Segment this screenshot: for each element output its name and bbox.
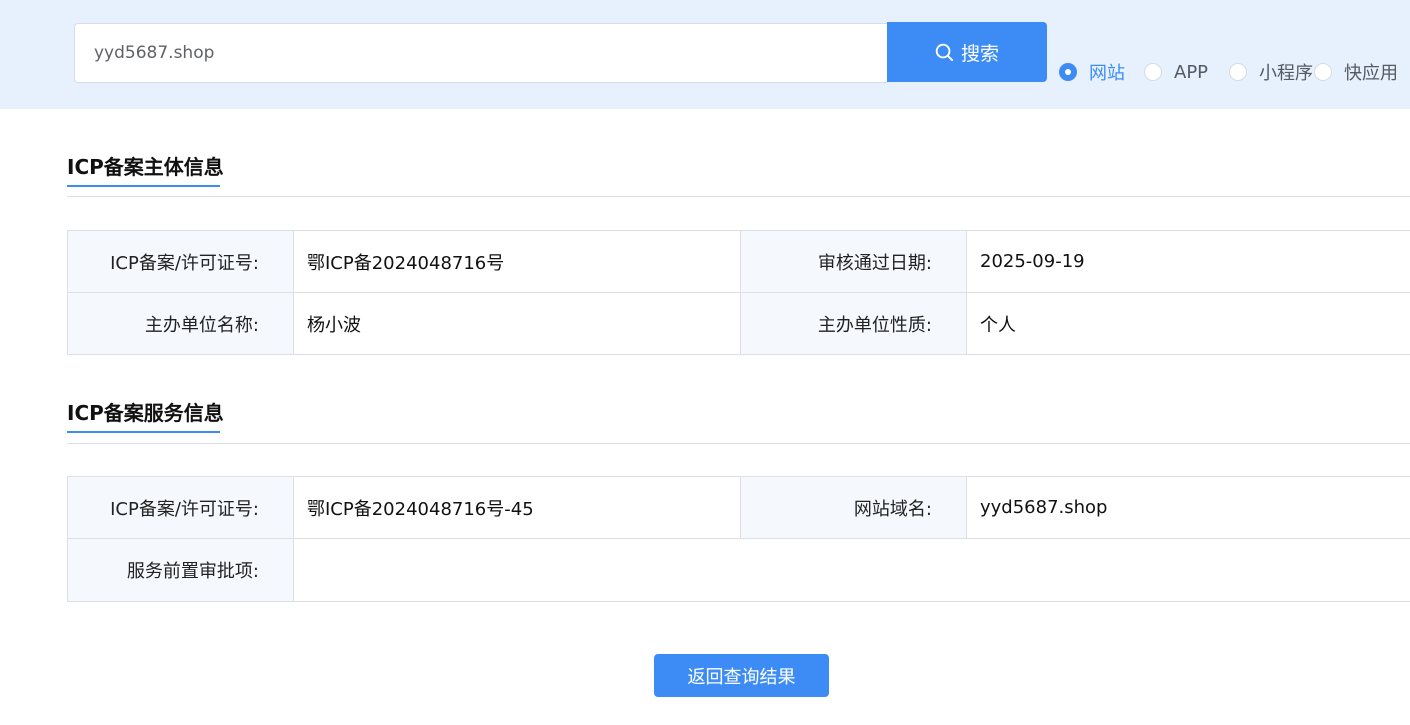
search-bar: yyd5687.shop 搜索 网站 APP 小程序 快应用: [0, 0, 1410, 109]
table-row: ICP备案/许可证号: 鄂ICP备2024048716号-45 网站域名: yy…: [68, 477, 1410, 539]
section-underline: [67, 185, 220, 187]
search-input[interactable]: yyd5687.shop: [74, 23, 888, 83]
radio-label: 小程序: [1259, 63, 1313, 84]
table-row: 服务前置审批项:: [68, 539, 1410, 602]
search-button-label: 搜索: [960, 42, 999, 65]
table-key-cell: ICP备案/许可证号:: [68, 231, 294, 293]
table-row: 主办单位名称: 杨小波 主办单位性质: 个人: [68, 293, 1410, 355]
table-value-cell: yyd5687.shop: [967, 477, 1410, 539]
back-to-results-button[interactable]: 返回查询结果: [654, 654, 829, 697]
table-key-cell: ICP备案/许可证号:: [68, 477, 294, 539]
divider: [67, 196, 1410, 197]
search-button[interactable]: 搜索: [887, 22, 1047, 82]
radio-label: APP: [1174, 61, 1209, 83]
radio-dot: [1229, 63, 1247, 81]
search-icon: [935, 43, 954, 61]
divider: [67, 443, 1410, 444]
table-value-cell: 鄂ICP备2024048716号: [294, 231, 741, 293]
table-row: ICP备案/许可证号: 鄂ICP备2024048716号 审核通过日期: 202…: [68, 231, 1410, 293]
radio-dot: [1144, 63, 1162, 81]
table-key-cell: 审核通过日期:: [741, 231, 967, 293]
table-value-cell: 杨小波: [294, 293, 741, 355]
subject-info-table: ICP备案/许可证号: 鄂ICP备2024048716号 审核通过日期: 202…: [67, 230, 1410, 355]
table-key-cell: 主办单位性质:: [741, 293, 967, 355]
section-title-subject: ICP备案主体信息: [67, 155, 224, 179]
table-key-cell: 网站域名:: [741, 477, 967, 539]
table-value-cell: 个人: [967, 293, 1410, 355]
table-value-cell: 鄂ICP备2024048716号-45: [294, 477, 741, 539]
radio-quick-app[interactable]: 快应用: [1314, 58, 1398, 86]
radio-mini-program[interactable]: 小程序: [1229, 58, 1313, 86]
table-value-cell: [294, 539, 1410, 602]
table-key-cell: 服务前置审批项:: [68, 539, 294, 602]
table-value-cell: 2025-09-19: [967, 231, 1410, 293]
radio-website[interactable]: 网站: [1059, 58, 1125, 86]
radio-app[interactable]: APP: [1144, 58, 1208, 86]
table-key-cell: 主办单位名称:: [68, 293, 294, 355]
section-underline: [67, 431, 220, 433]
service-info-table: ICP备案/许可证号: 鄂ICP备2024048716号-45 网站域名: yy…: [67, 476, 1410, 602]
radio-dot: [1314, 63, 1332, 81]
section-title-service: ICP备案服务信息: [67, 401, 224, 425]
radio-label: 网站: [1089, 63, 1125, 84]
radio-label: 快应用: [1344, 63, 1398, 84]
radio-dot: [1059, 63, 1077, 81]
